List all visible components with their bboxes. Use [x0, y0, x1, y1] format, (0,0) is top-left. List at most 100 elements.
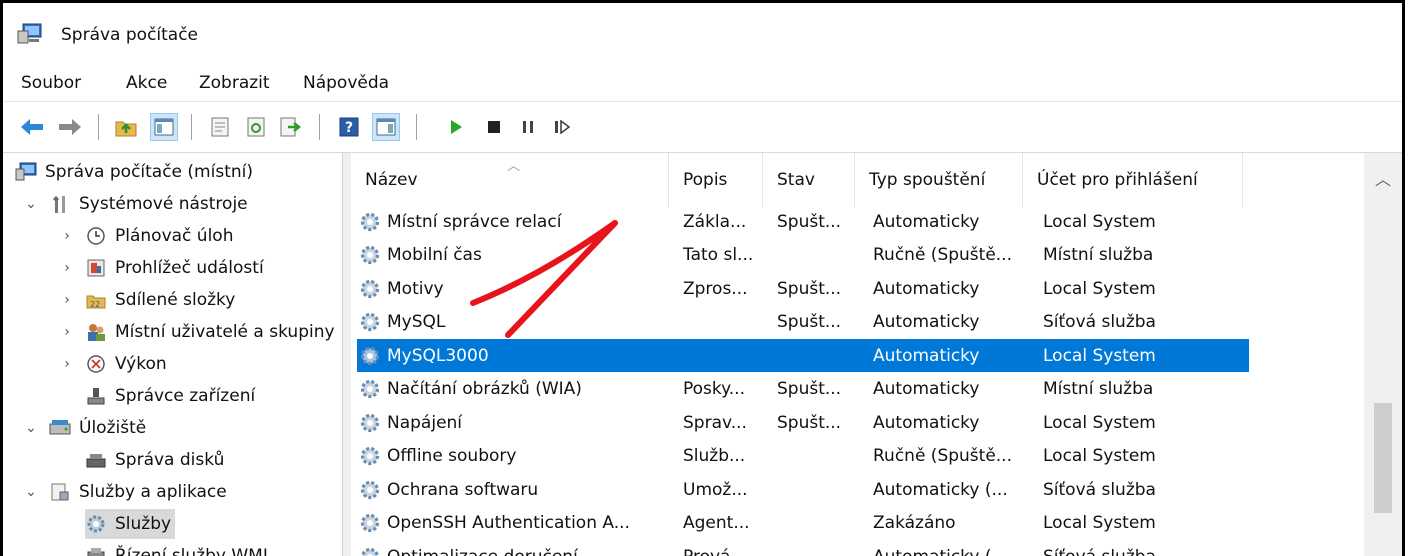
cell-description-text: Prová... [683, 547, 747, 556]
tree-item-performance[interactable]: › Výkon [59, 349, 166, 379]
column-header-status[interactable]: Stav [763, 153, 855, 207]
cell-description: Služb... [683, 440, 773, 473]
menu-zobrazit[interactable]: Zobrazit [199, 73, 270, 93]
cell-logon-account-text: Local System [1043, 412, 1156, 433]
service-row[interactable]: Motivy Zpros... Spušt... Automaticky Local S… [357, 272, 1249, 305]
tree-item-system-tools[interactable]: ⌄ Systémové nástroje [23, 189, 248, 219]
chevron-down-icon[interactable]: ⌄ [23, 420, 39, 436]
cell-status [777, 540, 869, 556]
svg-text:22: 22 [90, 300, 100, 309]
service-row[interactable]: Mobilní čas Tato sl... Ručně (Spuště... Mís… [357, 239, 1249, 272]
service-row[interactable]: MySQL3000 Automaticky Local System [357, 339, 1249, 372]
service-row[interactable]: Optimalizace doručení Prová... Automaticky… [357, 540, 1249, 556]
event-viewer-icon [85, 257, 107, 279]
service-row[interactable]: MySQL Spušt... Automaticky Síťová služba [357, 306, 1249, 339]
chevron-right-icon[interactable]: › [59, 260, 75, 276]
tree-item-services-and-apps[interactable]: ⌄ Služby a aplikace [23, 477, 227, 507]
cell-description: Tato sl... [683, 239, 773, 272]
service-gear-icon [357, 477, 383, 503]
menu-bar: Soubor Akce Zobrazit Nápověda [3, 67, 1402, 101]
service-gear-icon [357, 510, 383, 536]
cell-status [777, 473, 869, 506]
service-gear-icon [357, 376, 383, 402]
service-row[interactable]: Napájení Sprav... Spušt... Automaticky Local… [357, 406, 1249, 439]
tree-item-label: Správa počítače (místní) [45, 162, 253, 182]
vertical-scrollbar[interactable]: ︿ [1364, 153, 1402, 556]
scrollbar-thumb[interactable] [1374, 403, 1392, 513]
cell-description: Prová... [683, 540, 773, 556]
column-header-startup-type[interactable]: Typ spouštění [855, 153, 1023, 207]
chevron-down-icon[interactable]: ⌄ [23, 196, 39, 212]
cell-startup-type: Automaticky (... [873, 540, 1033, 556]
cell-startup-type: Zakázáno [873, 507, 1033, 540]
tree-item-label: Systémové nástroje [79, 194, 248, 214]
cell-startup-type: Automaticky [873, 373, 1033, 406]
tree-item-local-users[interactable]: › Místní uživatelé a skupiny [59, 317, 334, 347]
stop-service-icon[interactable] [481, 114, 507, 140]
service-gear-icon [357, 343, 383, 369]
chevron-right-icon[interactable]: › [59, 324, 75, 340]
cell-logon-account: Local System [1043, 440, 1243, 473]
properties-icon[interactable] [207, 114, 233, 140]
cell-description-text: Zpros... [683, 278, 748, 299]
cell-name: Ochrana softwaru [357, 473, 667, 506]
cell-description-text: Agent... [683, 513, 750, 533]
service-row[interactable]: OpenSSH Authentication A... Agent... Zakáz… [357, 507, 1249, 540]
cell-name-text: Mobilní čas [387, 245, 482, 265]
column-header-name[interactable]: Název [351, 153, 669, 207]
show-hide-action-pane-icon[interactable] [372, 113, 400, 141]
cell-name-text: OpenSSH Authentication A... [387, 513, 630, 533]
chevron-right-icon[interactable]: › [59, 356, 75, 372]
chevron-right-icon[interactable]: › [59, 228, 75, 244]
computer-management-icon [15, 161, 37, 183]
service-gear-icon [357, 242, 383, 268]
chevron-right-icon[interactable]: › [59, 292, 75, 308]
show-hide-console-tree-icon[interactable] [150, 113, 178, 141]
menu-soubor[interactable]: Soubor [21, 73, 81, 93]
tree-item-shared-folders[interactable]: › 22 Sdílené složky [59, 285, 235, 315]
refresh-icon[interactable] [243, 114, 269, 140]
cell-name-text: Offline soubory [387, 446, 517, 466]
up-folder-icon[interactable] [113, 114, 139, 140]
cell-name-text: Motivy [387, 278, 444, 299]
start-service-icon[interactable] [443, 114, 469, 140]
cell-status [777, 239, 869, 272]
services-gear-icon [85, 513, 107, 535]
cell-logon-account-text: Local System [1043, 513, 1156, 533]
scroll-up-arrow-icon[interactable]: ︿ [1364, 163, 1402, 193]
column-header-description[interactable]: Popis [669, 153, 763, 207]
tree-item-computer-management[interactable]: Správa počítače (místní) [15, 157, 253, 187]
cell-name: Načítání obrázků (WIA) [357, 373, 667, 406]
help-icon[interactable]: ? [336, 114, 362, 140]
list-header: ︿ Název Popis Stav Typ spouštění Účet pr… [351, 153, 1364, 207]
tree-item-label: Sdílené složky [115, 290, 236, 310]
tree-item-device-manager[interactable]: Správce zařízení [85, 381, 255, 411]
tree-item-services[interactable]: Služby [85, 509, 176, 539]
pause-service-icon[interactable] [515, 114, 541, 140]
forward-arrow-icon[interactable] [57, 114, 83, 140]
tree-item-wmi-control[interactable]: Řízení služby WMI [85, 541, 268, 556]
cell-logon-account-text: Síťová služba [1043, 547, 1156, 556]
cell-description: Zákla... [683, 205, 773, 238]
cell-logon-account-text: Síťová služba [1043, 312, 1156, 332]
export-list-icon[interactable] [278, 114, 304, 140]
column-header-logon-account[interactable]: Účet pro přihlášení [1023, 153, 1243, 207]
cell-status-text: Spušt... [777, 211, 842, 232]
tree-item-task-scheduler[interactable]: › Plánovač úloh [59, 221, 233, 251]
restart-service-icon[interactable] [549, 114, 575, 140]
service-row[interactable]: Místní správce relací Zákla... Spušt... Aut… [357, 205, 1249, 238]
tree-item-disk-management[interactable]: Správa disků [85, 445, 224, 475]
service-row[interactable]: Offline soubory Služb... Ručně (Spuště... L… [357, 440, 1249, 473]
service-row[interactable]: Ochrana softwaru Umož... Automaticky (... S… [357, 473, 1249, 506]
cell-logon-account: Místní služba [1043, 239, 1243, 272]
chevron-down-icon[interactable]: ⌄ [23, 484, 39, 500]
cell-name-text: MySQL [387, 312, 446, 332]
back-arrow-icon[interactable] [19, 114, 45, 140]
menu-akce[interactable]: Akce [126, 73, 167, 93]
cell-description-text: Tato sl... [683, 245, 754, 265]
service-row[interactable]: Načítání obrázků (WIA) Posky... Spušt... Au… [357, 373, 1249, 406]
menu-napoveda[interactable]: Nápověda [303, 73, 389, 93]
tree-item-event-viewer[interactable]: › Prohlížeč událostí [59, 253, 264, 283]
tree-item-storage[interactable]: ⌄ Úložiště [23, 413, 146, 443]
cell-name: Napájení [357, 406, 667, 439]
